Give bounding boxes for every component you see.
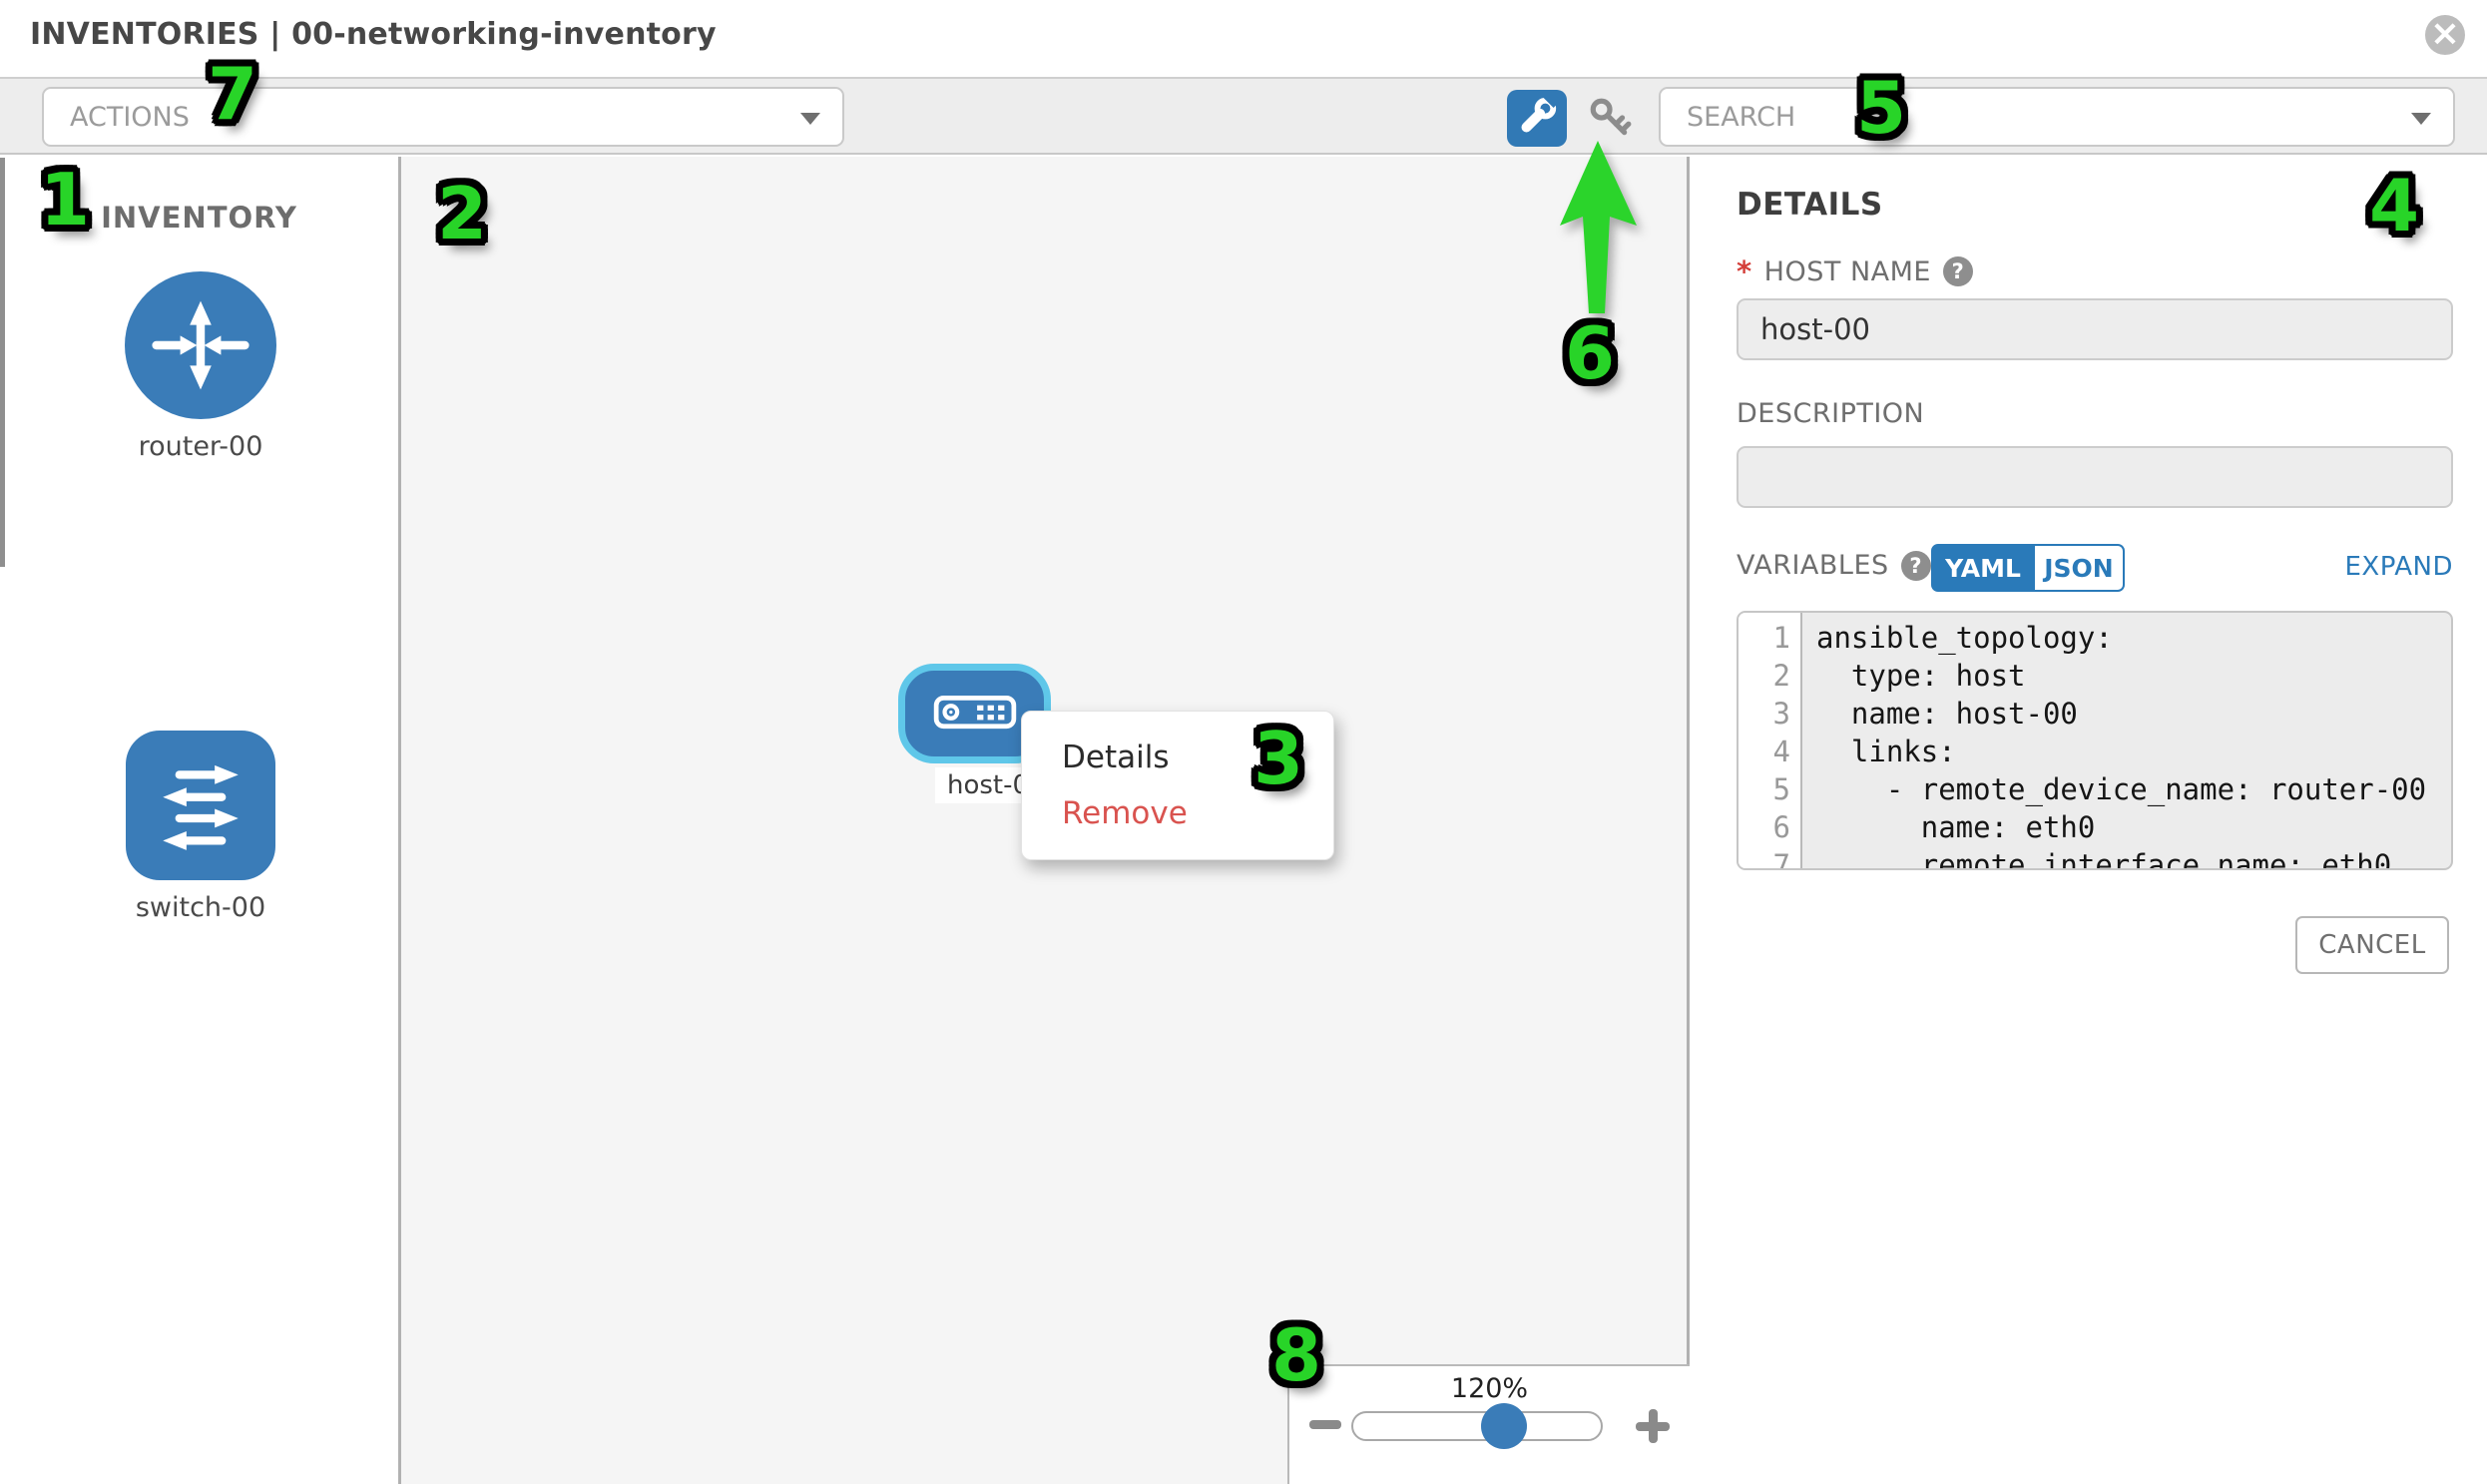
router-icon <box>125 271 276 419</box>
actions-dropdown[interactable]: ACTIONS <box>42 87 844 147</box>
annotation-badge-8: 8 <box>1271 1313 1321 1397</box>
topology-canvas[interactable]: host-00 Details Remove 120% <box>401 157 1690 1484</box>
zoom-level-value: 120% <box>1289 1373 1690 1404</box>
description-label-row: DESCRIPTION <box>1737 398 1924 429</box>
key-icon <box>1587 127 1633 146</box>
variables-label-row: VARIABLES ? <box>1737 550 1931 581</box>
help-icon[interactable]: ? <box>1901 551 1931 581</box>
configure-tools-button[interactable] <box>1507 90 1567 147</box>
chevron-down-icon <box>2411 113 2431 125</box>
variables-label: VARIABLES <box>1737 550 1889 581</box>
zoom-slider-thumb[interactable] <box>1481 1403 1527 1449</box>
zoom-in-plus-icon[interactable] <box>1633 1406 1673 1446</box>
code-line: - remote_device_name: router-00 <box>1816 770 2451 808</box>
inventory-palette-sidebar: INVENTORY router-00 <box>0 157 401 1484</box>
search-dropdown[interactable]: SEARCH <box>1659 87 2455 147</box>
toolbar: ACTIONS SEARCH <box>0 77 2487 155</box>
description-input[interactable] <box>1737 446 2453 508</box>
annotation-badge-7: 7 <box>208 52 257 136</box>
required-marker: * <box>1737 254 1752 288</box>
cancel-button[interactable]: CANCEL <box>2295 916 2449 974</box>
annotation-badge-3: 3 <box>1253 717 1303 800</box>
line-number: 6 <box>1739 808 1800 846</box>
line-number: 4 <box>1739 733 1800 770</box>
zoom-slider-track[interactable] <box>1351 1411 1603 1441</box>
description-label: DESCRIPTION <box>1737 398 1924 429</box>
page-title: INVENTORIES | 00-networking-inventory <box>30 17 717 52</box>
zoom-control-panel: 120% <box>1287 1364 1690 1484</box>
zoom-out-minus-icon[interactable] <box>1309 1420 1341 1429</box>
editor-line-number-gutter: 1 2 3 4 5 6 7 <box>1739 613 1802 868</box>
palette-item-label: switch-00 <box>121 892 280 923</box>
host-icon <box>933 691 1017 737</box>
search-dropdown-label: SEARCH <box>1687 102 1795 133</box>
annotation-badge-4: 4 <box>2369 164 2419 247</box>
code-line: type: host <box>1816 657 2451 695</box>
line-number: 3 <box>1739 695 1800 733</box>
annotation-badge-1: 1 <box>40 158 90 242</box>
code-line: ansible_topology: <box>1816 619 2451 657</box>
app-header: INVENTORIES | 00-networking-inventory × <box>0 0 2487 77</box>
editor-code-area[interactable]: ansible_topology: type: host name: host-… <box>1802 613 2451 868</box>
host-name-label: HOST NAME <box>1764 256 1931 287</box>
line-number: 7 <box>1739 846 1800 870</box>
palette-item-router[interactable]: router-00 <box>121 271 280 462</box>
code-line: links: <box>1816 733 2451 770</box>
code-line: name: eth0 <box>1816 808 2451 846</box>
toggle-yaml-button[interactable]: YAML <box>1931 544 2035 592</box>
close-icon[interactable]: × <box>2425 15 2465 55</box>
palette-item-switch[interactable]: switch-00 <box>121 731 280 923</box>
host-name-input[interactable] <box>1737 298 2453 360</box>
line-number: 1 <box>1739 619 1800 657</box>
switch-icon <box>126 731 275 880</box>
toggle-json-button[interactable]: JSON <box>2035 544 2125 592</box>
host-name-label-row: * HOST NAME ? <box>1737 254 1973 288</box>
help-icon[interactable]: ? <box>1943 256 1973 286</box>
chevron-down-icon <box>800 113 820 125</box>
expand-link[interactable]: EXPAND <box>2344 552 2453 582</box>
variables-code-editor[interactable]: 1 2 3 4 5 6 7 ansible_topology: type: ho… <box>1737 611 2453 870</box>
code-line: remote_interface_name: eth0 <box>1816 846 2451 870</box>
annotation-badge-2: 2 <box>437 172 487 255</box>
details-heading: DETAILS <box>1737 187 1883 223</box>
annotation-badge-5: 5 <box>1856 66 1906 150</box>
variables-format-toggle: YAML JSON <box>1931 544 2125 592</box>
code-line: name: host-00 <box>1816 695 2451 733</box>
details-panel: DETAILS * HOST NAME ? DESCRIPTION VARIAB… <box>1692 157 2487 1484</box>
wrench-icon <box>1516 96 1558 142</box>
annotation-badge-6: 6 <box>1565 311 1615 395</box>
palette-item-label: router-00 <box>121 431 280 462</box>
credentials-key-button[interactable] <box>1587 96 1633 142</box>
line-number: 2 <box>1739 657 1800 695</box>
actions-dropdown-label: ACTIONS <box>70 102 190 133</box>
line-number: 5 <box>1739 770 1800 808</box>
